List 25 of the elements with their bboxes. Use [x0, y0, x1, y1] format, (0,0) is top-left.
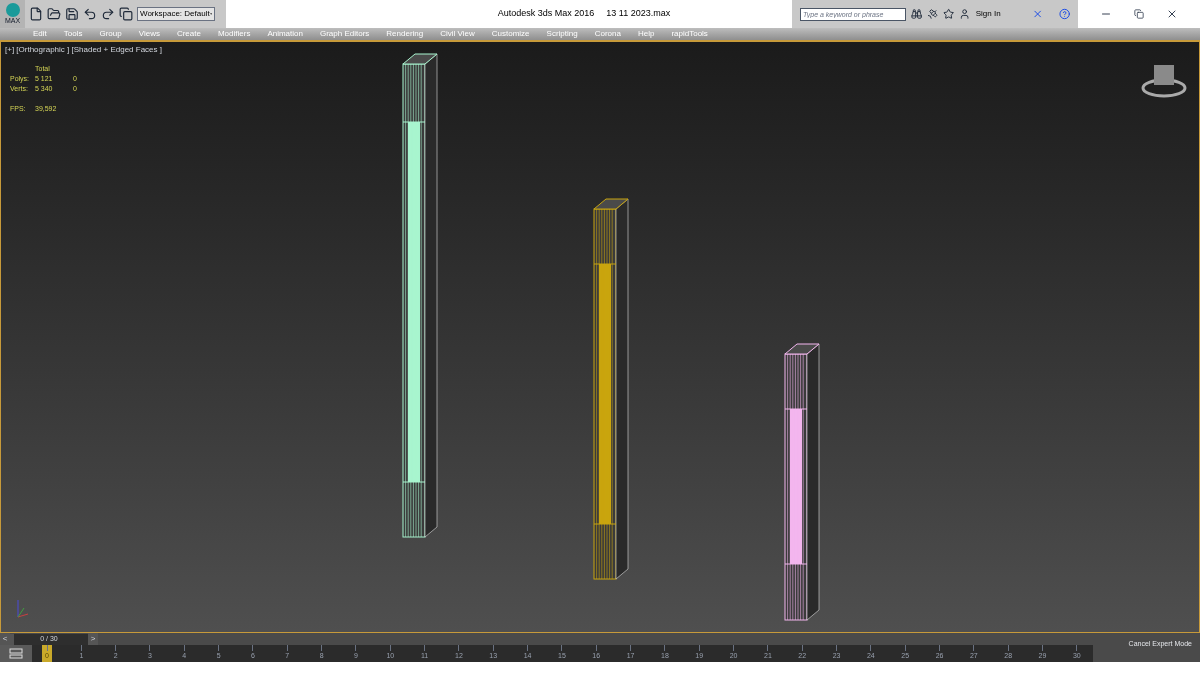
file-name: 13 11 2023.max: [606, 7, 671, 21]
next-frame-button[interactable]: >: [88, 633, 98, 645]
open-folder-icon[interactable]: [47, 7, 61, 21]
undo-icon[interactable]: [83, 7, 97, 21]
app-title: Autodesk 3ds Max 2016: [497, 7, 595, 21]
axis-tripod-icon: [17, 599, 29, 618]
redo-icon[interactable]: [101, 7, 115, 21]
binoculars-icon[interactable]: [910, 8, 922, 20]
close-icon[interactable]: [1166, 8, 1178, 20]
dropdown-caret-icon: [209, 12, 212, 16]
restore-icon[interactable]: [1134, 9, 1144, 19]
satellite-icon[interactable]: [926, 8, 939, 20]
help-icon[interactable]: [1058, 8, 1070, 20]
new-file-icon[interactable]: [29, 7, 43, 21]
user-icon[interactable]: [959, 8, 971, 20]
time-slider-thumb[interactable]: [10, 633, 14, 645]
star-icon[interactable]: [943, 8, 955, 20]
save-icon[interactable]: [65, 7, 79, 21]
curve-editor-icon[interactable]: [9, 648, 23, 659]
sign-in-button[interactable]: Sign In: [975, 8, 1028, 20]
previous-frame-button[interactable]: <: [0, 633, 10, 645]
workspace-dropdown[interactable]: Workspace: Default: [137, 7, 215, 21]
viewport-label[interactable]: [+] [Orthographic ] [Shaded + Edged Faces ]: [5, 44, 162, 56]
app-logo-icon: [5, 3, 20, 17]
viewcube-icon[interactable]: [1141, 65, 1187, 98]
